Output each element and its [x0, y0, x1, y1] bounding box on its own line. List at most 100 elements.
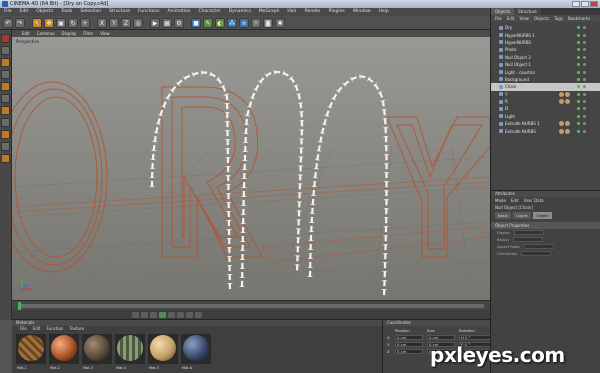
tweak-mode-icon[interactable]: [1, 130, 10, 139]
redo-icon[interactable]: ↷: [15, 18, 25, 28]
points-mode-icon[interactable]: [1, 94, 10, 103]
material-swatch[interactable]: Mat.5: [148, 334, 178, 370]
om-menu-edit[interactable]: Edit: [507, 15, 515, 22]
model-mode-icon[interactable]: [1, 46, 10, 55]
menu-plugins[interactable]: Plugins: [329, 8, 345, 16]
object-row-background[interactable]: Background: [491, 76, 600, 83]
menu-dynamics[interactable]: Dynamics: [229, 8, 251, 16]
om-menu-bookmarks[interactable]: Bookmarks: [568, 15, 590, 22]
menu-animation[interactable]: Animation: [168, 8, 191, 16]
object-row-r[interactable]: R: [491, 98, 600, 105]
rotate-icon[interactable]: ↻: [68, 18, 78, 28]
scene-icon[interactable]: ☼: [251, 18, 261, 28]
coordinate-system-icon[interactable]: ◎: [133, 18, 143, 28]
menu-help[interactable]: Help: [379, 8, 389, 16]
material-menu-edit[interactable]: Edit: [33, 326, 41, 332]
render-picture-viewer-icon[interactable]: ▦: [162, 18, 172, 28]
radius-field[interactable]: [513, 237, 544, 242]
camera-icon[interactable]: ◙: [263, 18, 273, 28]
live-selection-icon[interactable]: ↖: [32, 18, 42, 28]
menu-render[interactable]: Render: [305, 8, 321, 16]
om-menu-view[interactable]: View: [519, 15, 529, 22]
workplane-icon[interactable]: [1, 154, 10, 163]
prev-frame-icon[interactable]: [150, 311, 157, 318]
deformer-icon[interactable]: ≋: [239, 18, 249, 28]
menu-window[interactable]: Window: [353, 8, 371, 16]
pos-z-field[interactable]: 0 cm: [395, 349, 423, 354]
material-swatch[interactable]: Mat.3: [82, 334, 112, 370]
aspect-ratio-field[interactable]: [523, 244, 554, 249]
menu-objects[interactable]: Objects: [36, 8, 53, 16]
attr-menu-edit[interactable]: Edit: [511, 197, 519, 204]
size-x-field[interactable]: 0 cm: [427, 335, 455, 340]
menu-structure[interactable]: Structure: [109, 8, 130, 16]
tab-object[interactable]: Object: [533, 212, 552, 219]
timeline-playhead[interactable]: [18, 302, 21, 310]
go-to-end-icon[interactable]: [186, 311, 193, 318]
make-editable-icon[interactable]: [1, 34, 10, 43]
menu-edit[interactable]: Edit: [20, 8, 29, 16]
menu-character[interactable]: Character: [199, 8, 221, 16]
material-swatch[interactable]: Mat.2: [49, 334, 79, 370]
attr-menu-user-data[interactable]: User Data: [524, 197, 544, 204]
prev-key-icon[interactable]: [141, 311, 148, 318]
texture-mode-icon[interactable]: [1, 70, 10, 79]
object-row-d[interactable]: D: [491, 105, 600, 112]
object-row-dry[interactable]: Dry: [491, 24, 600, 31]
edges-mode-icon[interactable]: [1, 106, 10, 115]
snap-icon[interactable]: [1, 142, 10, 151]
maximize-button[interactable]: [581, 1, 589, 7]
tab-objects[interactable]: Objects: [491, 8, 515, 15]
pos-y-field[interactable]: 0 cm: [395, 342, 423, 347]
object-row-null-object-1[interactable]: Null Object 1: [491, 61, 600, 68]
object-row-extrude-nurbs[interactable]: Extrude NURBS: [491, 127, 600, 134]
material-menu-texture[interactable]: Texture: [69, 326, 84, 332]
y-axis-icon[interactable]: Y: [109, 18, 119, 28]
tab-basic[interactable]: Basic: [495, 212, 512, 219]
scale-icon[interactable]: ▣: [56, 18, 66, 28]
perspective-viewport[interactable]: Perspective: [12, 37, 490, 300]
viewport-menu-edit[interactable]: Edit: [22, 30, 30, 37]
orientation-dropdown[interactable]: [521, 251, 552, 256]
array-icon[interactable]: ⁂: [227, 18, 237, 28]
render-view-icon[interactable]: ▶: [150, 18, 160, 28]
x-axis-icon[interactable]: X: [97, 18, 107, 28]
tab-coord[interactable]: Coord.: [513, 212, 532, 219]
attr-menu-mode[interactable]: Mode: [495, 197, 506, 204]
menu-hair[interactable]: Hair: [287, 8, 296, 16]
timeline[interactable]: [12, 300, 490, 310]
display-dropdown[interactable]: [514, 230, 545, 235]
pos-x-field[interactable]: 0 cm: [395, 335, 423, 340]
next-key-icon[interactable]: [177, 311, 184, 318]
om-menu-file[interactable]: File: [495, 15, 502, 22]
pen-spline-icon[interactable]: ✎: [203, 18, 213, 28]
viewport-menu-filter[interactable]: Filter: [83, 30, 93, 37]
object-row-light-caustics[interactable]: Light - caustics: [491, 68, 600, 75]
record-icon[interactable]: [195, 311, 202, 318]
material-swatch[interactable]: Mat.1: [16, 334, 46, 370]
minimize-button[interactable]: [572, 1, 580, 7]
axis-mode-icon[interactable]: [1, 82, 10, 91]
om-menu-tags[interactable]: Tags: [554, 15, 563, 22]
timeline-track[interactable]: [18, 304, 484, 308]
object-row-hypernurbs-1[interactable]: HyperNURBS 1: [491, 31, 600, 38]
object-row-y[interactable]: Y: [491, 91, 600, 98]
light-icon[interactable]: ✺: [275, 18, 285, 28]
material-swatch[interactable]: Mat.4: [115, 334, 145, 370]
object-row-light[interactable]: Light: [491, 113, 600, 120]
material-menu-file[interactable]: File: [20, 326, 27, 332]
object-row-photo[interactable]: Photo: [491, 46, 600, 53]
menu-mograph[interactable]: MoGraph: [259, 8, 279, 16]
move-icon[interactable]: ✥: [44, 18, 54, 28]
viewport-menu-display[interactable]: Display: [62, 30, 77, 37]
z-axis-icon[interactable]: Z: [121, 18, 131, 28]
object-row-null-object-2[interactable]: Null Object 2: [491, 54, 600, 61]
go-to-start-icon[interactable]: [132, 311, 139, 318]
close-button[interactable]: [590, 1, 598, 7]
om-menu-objects[interactable]: Objects: [534, 15, 549, 22]
nurbs-icon[interactable]: ◐: [215, 18, 225, 28]
object-row-extrude-nurbs-1[interactable]: Extrude NURBS 1: [491, 120, 600, 127]
next-frame-icon[interactable]: [168, 311, 175, 318]
menu-file[interactable]: File: [4, 8, 12, 16]
cube-icon[interactable]: ■: [191, 18, 201, 28]
